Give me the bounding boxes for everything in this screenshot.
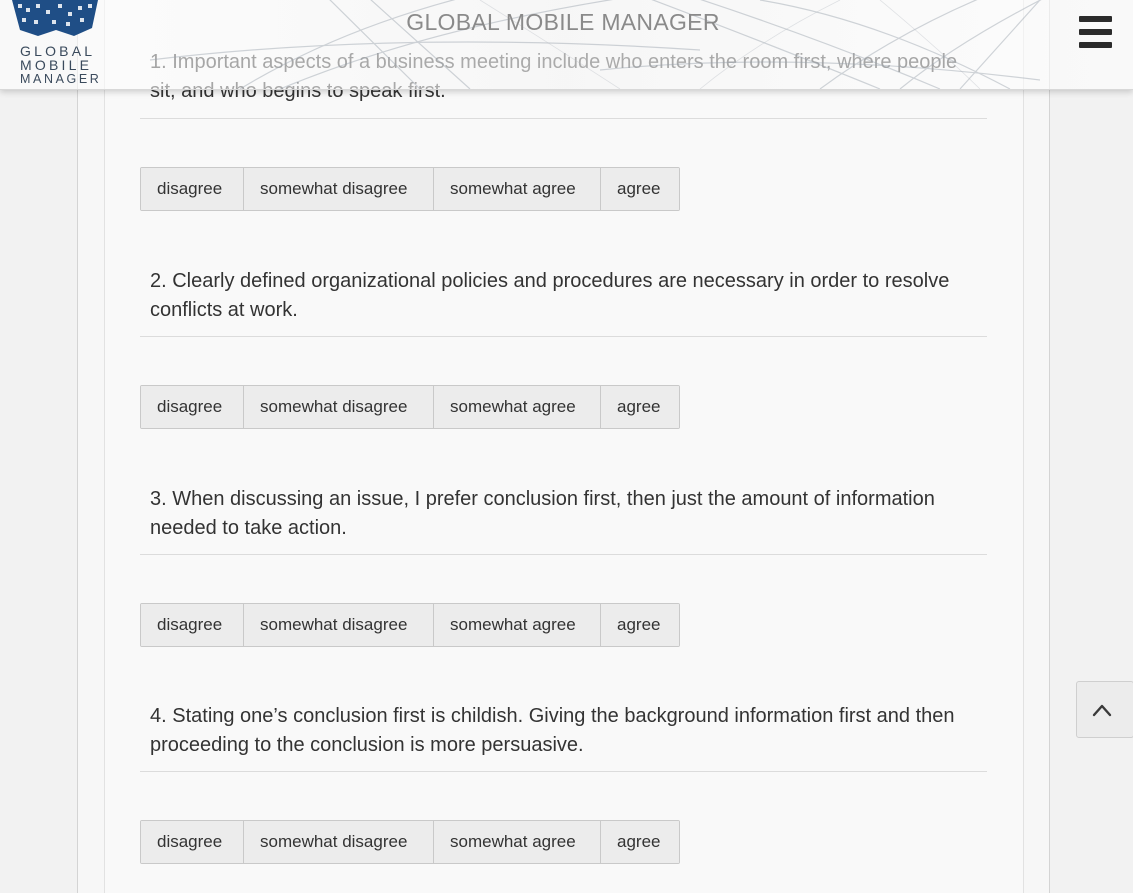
q3-option-somewhat-disagree[interactable]: somewhat disagree xyxy=(244,604,434,646)
question-4-text: 4. Stating one’s conclusion first is chi… xyxy=(150,705,955,756)
q4-option-somewhat-disagree[interactable]: somewhat disagree xyxy=(244,821,434,863)
q3-option-disagree[interactable]: disagree xyxy=(141,604,244,646)
q2-option-disagree[interactable]: disagree xyxy=(141,386,244,428)
question-2-text: 2. Clearly defined organizational polici… xyxy=(150,270,950,321)
chevron-up-icon xyxy=(1092,704,1112,717)
q1-option-disagree[interactable]: disagree xyxy=(141,168,244,210)
logo-text-line-2: MOBILE xyxy=(20,57,93,73)
question-4-divider xyxy=(140,771,987,772)
scroll-to-top-button[interactable] xyxy=(1076,681,1133,738)
question-2-divider xyxy=(140,336,987,337)
question-1-options: disagree somewhat disagree somewhat agre… xyxy=(140,167,680,211)
q1-option-somewhat-agree[interactable]: somewhat agree xyxy=(434,168,601,210)
question-4-options: disagree somewhat disagree somewhat agre… xyxy=(140,820,680,864)
hamburger-menu-icon[interactable] xyxy=(1079,16,1113,50)
q1-option-agree[interactable]: agree xyxy=(601,168,679,210)
question-1-divider xyxy=(140,118,987,119)
question-3-options: disagree somewhat disagree somewhat agre… xyxy=(140,603,680,647)
question-3-divider xyxy=(140,554,987,555)
q2-option-somewhat-agree[interactable]: somewhat agree xyxy=(434,386,601,428)
question-2-options: disagree somewhat disagree somewhat agre… xyxy=(140,385,680,429)
logo-text-line-1: GLOBAL xyxy=(20,43,96,59)
q2-option-somewhat-disagree[interactable]: somewhat disagree xyxy=(244,386,434,428)
site-header: GLOBAL MOBILE MANAGER GLOBAL MOBILE MANA… xyxy=(0,0,1133,90)
q4-option-agree[interactable]: agree xyxy=(601,821,679,863)
q2-option-agree[interactable]: agree xyxy=(601,386,679,428)
survey-page: 1. Important aspects of a business meeti… xyxy=(0,0,1133,893)
q3-option-somewhat-agree[interactable]: somewhat agree xyxy=(434,604,601,646)
q4-option-disagree[interactable]: disagree xyxy=(141,821,244,863)
logo-text-line-3: MANAGER xyxy=(20,72,102,86)
q1-option-somewhat-disagree[interactable]: somewhat disagree xyxy=(244,168,434,210)
site-title: GLOBAL MOBILE MANAGER xyxy=(406,9,720,35)
q3-option-agree[interactable]: agree xyxy=(601,604,679,646)
q4-option-somewhat-agree[interactable]: somewhat agree xyxy=(434,821,601,863)
question-3-text: 3. When discussing an issue, I prefer co… xyxy=(150,488,935,539)
content-inner-panel xyxy=(104,0,1024,893)
